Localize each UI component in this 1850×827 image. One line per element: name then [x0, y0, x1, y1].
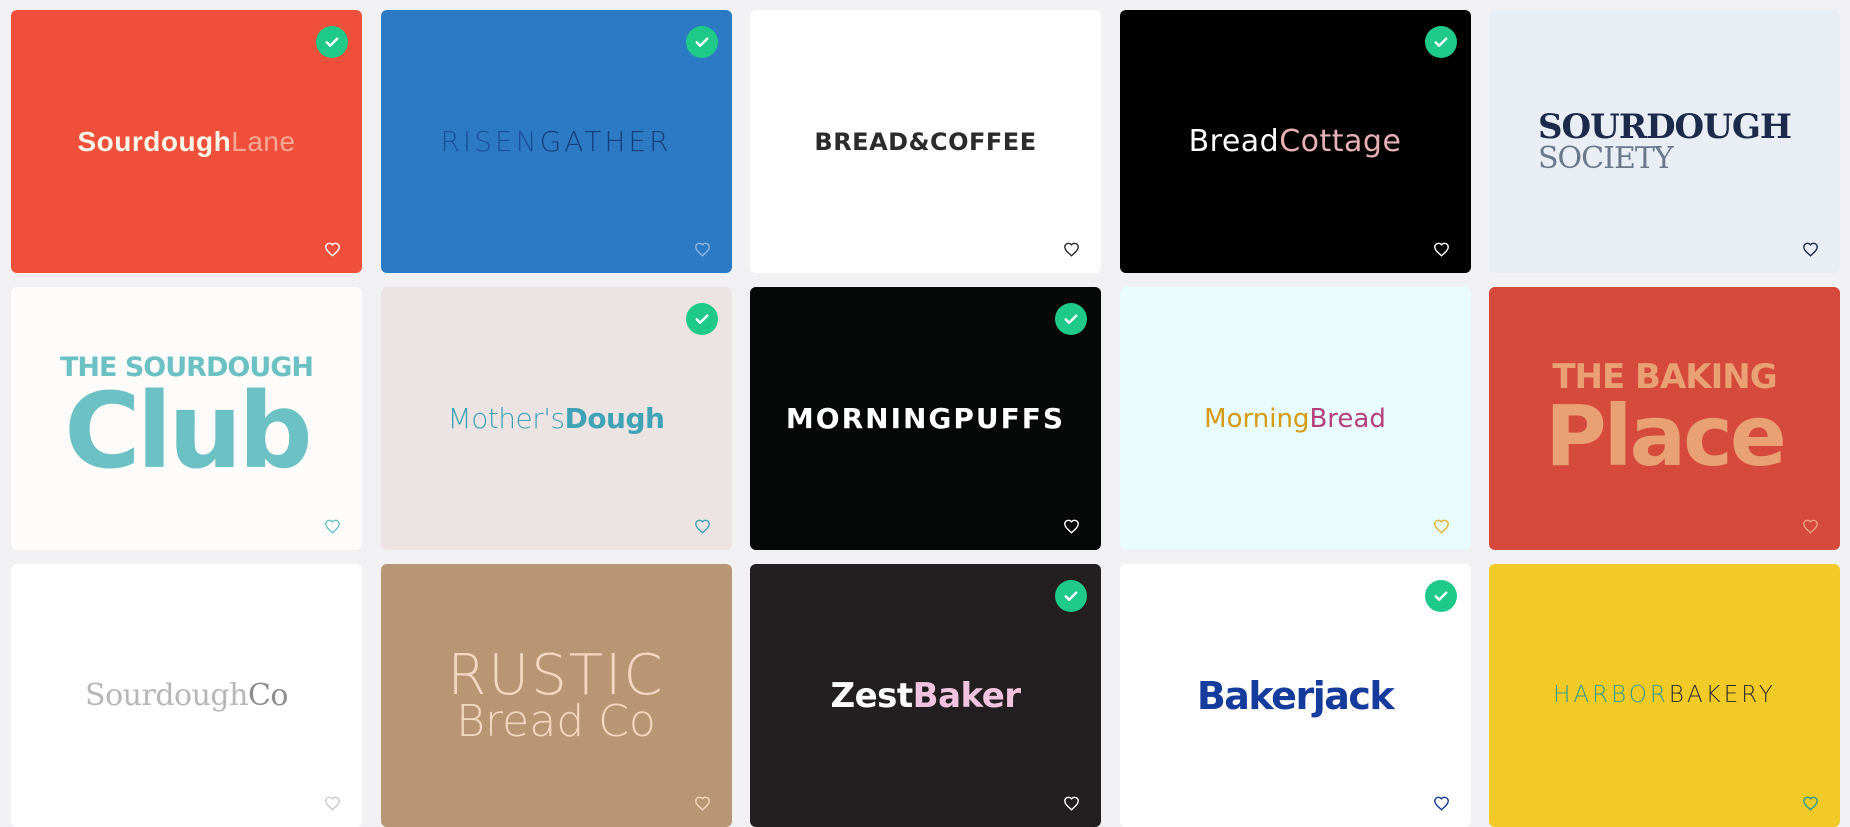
logo-card-morning-bread[interactable]: MorningBread [1119, 287, 1471, 550]
heart-outline-icon[interactable] [1433, 795, 1450, 811]
logo-text-part: GATHER [539, 124, 672, 158]
logo-text-part: Dough [564, 401, 665, 435]
heart-outline-icon[interactable] [694, 241, 711, 257]
logo-card-morningpuffs[interactable]: MORNINGPUFFS [750, 287, 1101, 550]
logo-text-part: Zest [830, 675, 913, 716]
logo-text-part: HARBOR [1553, 682, 1669, 708]
heart-outline-icon[interactable] [694, 795, 711, 811]
heart-outline-icon[interactable] [1063, 518, 1080, 534]
logo-results-grid: SourdoughLane RISENGATHER BREAD&COFFEE B… [0, 0, 1850, 827]
logo-text: HARBORBAKERY [1553, 684, 1776, 707]
logo-card-harbor-bakery[interactable]: HARBORBAKERY [1489, 564, 1840, 827]
logo-text-part: Cottage [1279, 123, 1402, 159]
logo-text-part: Bakerjack [1196, 673, 1395, 718]
logo-card-sourdough-society[interactable]: SOURDOUGH SOCIETY [1489, 10, 1840, 273]
logo-card-baking-place[interactable]: THE BAKING Place [1489, 287, 1840, 550]
logo-text: BREAD&COFFEE [814, 130, 1036, 154]
logo-text: SOURDOUGH SOCIETY [1538, 106, 1792, 176]
logo-text-part: Bread Co [456, 695, 656, 747]
logo-text-part: RISEN [440, 124, 540, 158]
logo-text: THE SOURDOUGH Club [60, 354, 314, 492]
logo-text: MORNINGPUFFS [785, 401, 1066, 435]
logo-text-part: BREAD&COFFEE [814, 127, 1037, 156]
heart-outline-icon[interactable] [1433, 241, 1450, 257]
logo-text: Mother'sDough [447, 401, 665, 435]
heart-outline-icon[interactable] [324, 795, 341, 811]
logo-text: Bakerjack [1196, 673, 1395, 718]
logo-card-rustic-bread[interactable]: RUSTIC Bread Co [380, 564, 732, 827]
logo-card-zestbaker[interactable]: ZestBaker [750, 564, 1101, 827]
logo-text: ZestBaker [830, 675, 1021, 716]
heart-outline-icon[interactable] [1802, 241, 1819, 257]
logo-text-part: Place [1545, 386, 1787, 485]
logo-card-bread-coffee[interactable]: BREAD&COFFEE [750, 10, 1101, 273]
check-icon[interactable] [685, 303, 718, 335]
logo-card-risengather[interactable]: RISENGATHER [380, 10, 732, 273]
heart-outline-icon[interactable] [324, 241, 341, 257]
logo-card-mothers-dough[interactable]: Mother'sDough [380, 287, 732, 550]
logo-text-part: Bread [1188, 123, 1280, 159]
heart-outline-icon[interactable] [1802, 518, 1819, 534]
logo-card-sourdough-club[interactable]: THE SOURDOUGH Club [11, 287, 362, 550]
logo-text-part: Baker [912, 675, 1021, 716]
logo-text: SourdoughLane [77, 125, 296, 157]
logo-text-part: Mother's [447, 401, 566, 435]
logo-text-part: Morning [1204, 403, 1310, 434]
logo-text-part: Co [247, 677, 289, 713]
logo-text-part: SOCIETY [1538, 140, 1674, 176]
logo-text: BreadCottage [1188, 123, 1402, 159]
logo-text: RISENGATHER [440, 124, 672, 158]
logo-text-part: Bread [1309, 403, 1386, 434]
check-icon[interactable] [1424, 26, 1457, 58]
check-icon[interactable] [316, 26, 348, 58]
logo-card-bakerjack[interactable]: Bakerjack [1119, 564, 1471, 827]
check-icon[interactable] [1055, 303, 1087, 335]
logo-text-part: Sourdough [77, 125, 232, 157]
logo-card-bread-cottage[interactable]: BreadCottage [1119, 10, 1471, 273]
heart-outline-icon[interactable] [1802, 795, 1819, 811]
check-icon[interactable] [1424, 580, 1457, 612]
heart-outline-icon[interactable] [1433, 518, 1450, 534]
logo-text-part: Lane [231, 125, 296, 157]
heart-outline-icon[interactable] [324, 518, 341, 534]
heart-outline-icon[interactable] [1063, 795, 1080, 811]
heart-outline-icon[interactable] [694, 518, 711, 534]
logo-text: THE BAKING Place [1545, 360, 1787, 485]
logo-card-sourdough-lane[interactable]: SourdoughLane [11, 10, 362, 273]
check-icon[interactable] [1055, 580, 1087, 612]
logo-text-part: Sourdough [85, 677, 248, 713]
check-icon[interactable] [685, 26, 718, 58]
logo-card-sourdough-co[interactable]: SourdoughCo [11, 564, 362, 827]
logo-text: MorningBread [1204, 406, 1386, 432]
logo-text-part: Club [64, 370, 312, 492]
logo-text: RUSTIC Bread Co [447, 647, 664, 747]
logo-text-part: BAKERY [1668, 682, 1776, 708]
logo-text-part: MORNINGPUFFS [785, 401, 1066, 435]
logo-text-part: SOURDOUGH [1538, 106, 1792, 147]
logo-text: SourdoughCo [85, 677, 289, 713]
heart-outline-icon[interactable] [1063, 241, 1080, 257]
